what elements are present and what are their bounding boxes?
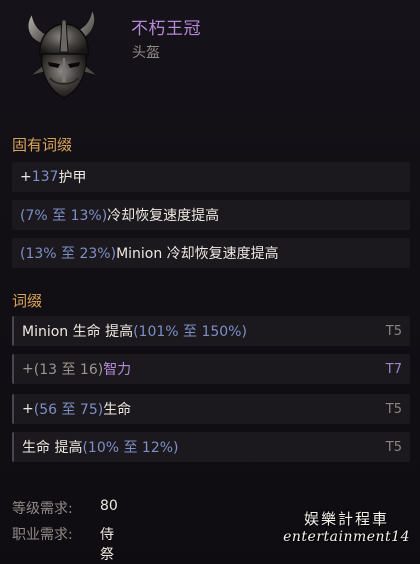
watermark-en: entertainment14 [283, 529, 410, 545]
affix-row: 生命 提高 (10% 至 12%) T5 [12, 432, 410, 462]
affix-after: 生命 [103, 402, 132, 418]
affix-section-title: 词缀 [12, 292, 43, 310]
implicit-text: 冷却恢复速度提高 [107, 208, 220, 224]
class-requirement: 职业需求: 侍祭 [12, 524, 114, 563]
affix-range: (101% 至 150%) [133, 324, 247, 340]
level-requirement-value: 80 [100, 498, 118, 514]
affix-before: + [22, 361, 34, 377]
item-header: 不朽王冠 头盔 [0, 0, 420, 118]
affix-tier: T5 [385, 323, 402, 339]
implicit-range: (7% 至 13%) [20, 208, 108, 224]
affix-before: + [22, 401, 34, 417]
affix-row: + (13 至 16) 智力 T7 [12, 354, 410, 384]
implicit-row: +137 护甲 [12, 162, 410, 192]
item-type: 头盔 [132, 45, 160, 61]
affix-tier: T5 [385, 401, 402, 417]
class-requirement-label: 职业需求: [12, 527, 73, 543]
implicit-range: (13% 至 23%) [20, 246, 117, 262]
affix-tier: T5 [385, 439, 402, 455]
level-requirement-label: 等级需求: [12, 501, 73, 517]
implicit-row: (7% 至 13%) 冷却恢复速度提高 [12, 200, 410, 230]
class-requirement-value: 侍祭 [100, 527, 114, 563]
watermark: 娱樂計程車 entertainment14 [283, 508, 410, 545]
implicit-section-title: 固有词缀 [12, 136, 73, 154]
affix-before: Minion 生命 提高 [22, 324, 134, 340]
implicit-row: (13% 至 23%) Minion 冷却恢复速度提高 [12, 238, 410, 268]
implicit-text: Minion 冷却恢复速度提高 [116, 246, 279, 262]
affix-before: 生命 提高 [22, 440, 83, 456]
affix-range: (56 至 75) [33, 402, 104, 418]
implicit-text: 护甲 [58, 170, 87, 186]
item-name: 不朽王冠 [131, 19, 201, 39]
implicit-prefix: + [20, 169, 32, 185]
item-tooltip: 不朽王冠 头盔 固有词缀 +137 护甲 (7% 至 13%) 冷却恢复速度提高… [0, 0, 420, 563]
watermark-cn: 娱樂計程車 [304, 510, 390, 528]
affix-after: 智力 [103, 362, 132, 378]
affix-range: (13 至 16) [33, 362, 104, 378]
affix-tier: T7 [385, 361, 402, 377]
affix-range: (10% 至 12%) [82, 440, 179, 456]
implicit-range: 137 [31, 169, 59, 185]
affix-row: + (56 至 75) 生命 T5 [12, 394, 410, 424]
affix-row: Minion 生命 提高 (101% 至 150%) T5 [12, 316, 410, 346]
level-requirement: 等级需求: 80 [12, 498, 118, 518]
horned-helmet-icon [14, 6, 112, 110]
